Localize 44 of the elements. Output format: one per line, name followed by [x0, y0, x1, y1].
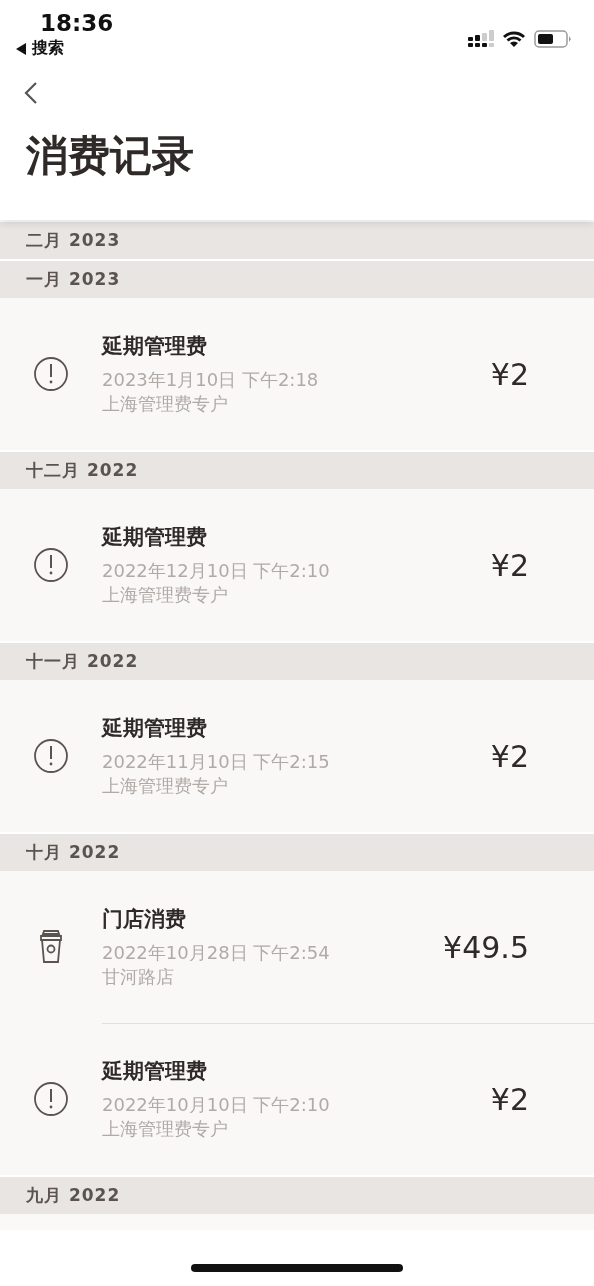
record-amount: ¥2	[490, 356, 530, 392]
record-place: 上海管理费专户	[102, 774, 229, 798]
back-to-app-link[interactable]: 搜索	[16, 36, 114, 61]
record-place: 上海管理费专户	[102, 1117, 229, 1141]
record-row[interactable]: 延期管理费 2022年11月10日 下午2:15 上海管理费专户 ¥2	[0, 680, 594, 832]
wifi-icon	[502, 30, 526, 48]
back-triangle-icon	[16, 42, 26, 55]
record-date: 2022年10月10日 下午2:10	[102, 1093, 331, 1117]
record-name: 延期管理费	[102, 1058, 208, 1085]
month-header: 二月 2023	[0, 220, 594, 259]
month-header: 一月 2023	[0, 259, 594, 298]
record-name: 延期管理费	[102, 333, 208, 360]
record-amount: ¥2	[490, 1081, 530, 1117]
record-place: 甘河路店	[102, 965, 175, 989]
alert-icon	[33, 356, 69, 392]
month-header: 十月 2022	[0, 832, 594, 871]
record-name: 延期管理费	[102, 715, 208, 742]
alert-icon	[33, 1081, 69, 1117]
record-row[interactable]: 门店消费 2022年10月28日 下午2:54 甘河路店 ¥49.5	[0, 871, 594, 1023]
battery-icon	[534, 30, 572, 48]
alert-icon	[33, 547, 69, 583]
record-place: 上海管理费专户	[102, 392, 229, 416]
record-amount: ¥2	[490, 738, 530, 774]
status-time: 18:36	[39, 10, 114, 36]
alert-icon	[33, 738, 69, 774]
record-row[interactable]: 延期管理费 2022年10月10日 下午2:10 上海管理费专户 ¥2	[0, 1023, 594, 1175]
record-name: 门店消费	[102, 906, 187, 933]
record-date: 2022年12月10日 下午2:10	[102, 559, 331, 583]
record-amount: ¥2	[490, 547, 530, 583]
month-header: 九月 2022	[0, 1175, 594, 1214]
month-header: 十一月 2022	[0, 641, 594, 680]
record-name: 延期管理费	[102, 524, 208, 551]
page-title: 消费记录	[26, 130, 195, 182]
record-row[interactable]: 延期管理费 2022年12月10日 下午2:10 上海管理费专户 ¥2	[0, 489, 594, 641]
record-row[interactable]: 延期管理费 2023年1月10日 下午2:18 上海管理费专户 ¥2	[0, 298, 594, 450]
record-amount: ¥49.5	[443, 929, 530, 965]
month-header: 十二月 2022	[0, 450, 594, 489]
record-date: 2022年11月10日 下午2:15	[102, 750, 331, 774]
cup-icon	[38, 930, 64, 964]
record-date: 2022年10月28日 下午2:54	[102, 941, 331, 965]
signal-icon	[468, 30, 494, 48]
record-date: 2023年1月10日 下午2:18	[102, 368, 320, 392]
back-icon	[24, 81, 38, 105]
record-place: 上海管理费专户	[102, 583, 229, 607]
